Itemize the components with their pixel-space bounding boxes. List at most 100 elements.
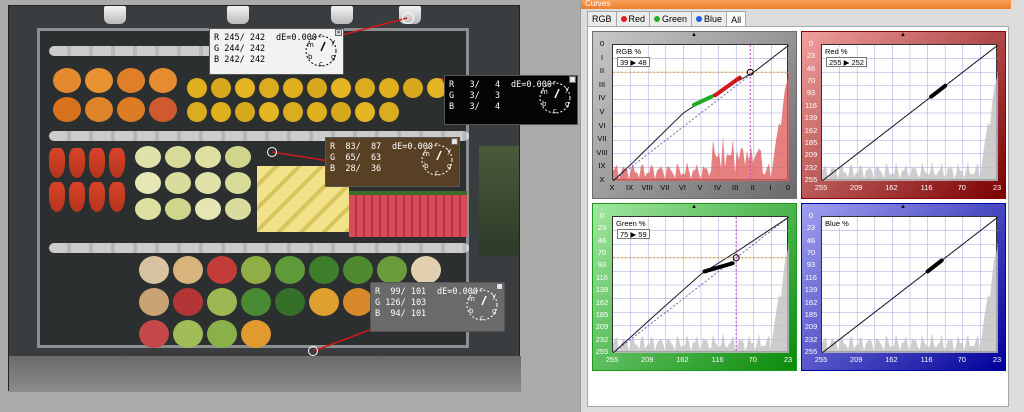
- readout-rgb-values: R 83/ 87 G 65/ 63 B 28/ 36: [330, 142, 382, 174]
- curve-plot[interactable]: Green % 75 ▶ 59: [612, 216, 789, 353]
- image-viewer: R 245/ 242 G 244/ 242 B 242/ 242 dE=0.00…: [0, 0, 580, 412]
- dial-letter: y: [331, 38, 335, 46]
- dial-letter: r: [435, 142, 438, 149]
- tab-label: RGB: [592, 14, 612, 24]
- y-tick-label: 116: [805, 100, 817, 110]
- tab-label: Red: [628, 14, 646, 24]
- y-tick-label: 0: [808, 39, 814, 48]
- y-tick-label: 23: [597, 223, 607, 233]
- dial-letter: b: [308, 53, 313, 61]
- curve-plot[interactable]: RGB % 39 ▶ 48: [612, 44, 789, 181]
- tab-label: Green: [662, 14, 688, 24]
- dial-letter: b: [469, 307, 474, 315]
- tab-red[interactable]: Red: [615, 11, 651, 26]
- dial-letter: y: [447, 147, 451, 155]
- input-value: 255: [829, 58, 842, 67]
- y-tick-label: 139: [595, 285, 609, 295]
- y-tick-label: 185: [804, 309, 818, 319]
- y-tick-label: 46: [806, 235, 816, 245]
- sample-crosshair-icon[interactable]: [402, 12, 414, 24]
- tab-blue[interactable]: Blue: [691, 11, 728, 26]
- x-tick-label: X: [609, 183, 615, 192]
- x-tick-label: IV: [714, 183, 722, 192]
- y-tick-label: 139: [804, 113, 818, 123]
- dial-letter: b: [424, 162, 429, 170]
- y-tick-label: 162: [804, 125, 818, 135]
- y-tick-label: 0: [599, 39, 605, 48]
- x-tick-label: I: [769, 183, 772, 192]
- y-tick-label: 185: [595, 309, 609, 319]
- dial-letter: m: [468, 295, 475, 303]
- x-tick-label: III: [732, 183, 739, 192]
- x-tick-label: 23: [992, 183, 1002, 192]
- arrow-right-icon: ▶: [628, 230, 639, 239]
- rgb-curve-panel[interactable]: ▲ RGB % 39 ▶ 48 0 I II III IV V VI VII VIII IX X X IX VI…: [592, 31, 797, 199]
- hue-dial-icon: mr ygcb: [466, 287, 498, 322]
- y-tick-label: 162: [804, 297, 818, 307]
- input-output-field[interactable]: 255 ▶ 252: [826, 57, 867, 67]
- x-tick-label: 116: [920, 183, 933, 192]
- x-tick-label: 255: [814, 355, 828, 364]
- y-tick-label: 0: [599, 211, 605, 220]
- y-tick-label: 70: [597, 248, 607, 258]
- x-tick-label: 70: [957, 355, 966, 364]
- x-tick-label: 116: [920, 355, 933, 364]
- arrow-right-icon: ▶: [841, 58, 852, 67]
- dial-letter: c: [480, 314, 484, 322]
- x-tick-label: 255: [814, 183, 828, 192]
- y-tick-label: VIII: [596, 147, 608, 157]
- y-tick-label: VII: [597, 134, 607, 144]
- dial-letter: b: [542, 100, 547, 108]
- dial-letter: g: [331, 53, 335, 61]
- output-value: 48: [638, 58, 647, 67]
- tab-rgb[interactable]: RGB: [587, 11, 617, 26]
- dial-letter: g: [447, 162, 451, 170]
- x-tick-label: 116: [711, 355, 724, 364]
- panel-label: Green %: [615, 219, 647, 228]
- dial-letter: m: [307, 41, 314, 49]
- input-output-field[interactable]: 75 ▶ 59: [617, 229, 650, 239]
- y-tick-label: 162: [595, 297, 609, 307]
- y-tick-label: 46: [597, 235, 607, 245]
- tab-all[interactable]: All: [726, 11, 747, 27]
- green-curve-panel[interactable]: ▲ Green % 75 ▶ 59 0 23 46 70 93 116 139 162 185 209 2…: [592, 203, 797, 371]
- x-tick-label: VI: [678, 183, 686, 192]
- hue-dial-icon: mr ygcb: [539, 80, 571, 115]
- x-tick-label: 162: [676, 355, 689, 364]
- color-readout-3[interactable]: R 83/ 87 G 65/ 63 B 28/ 36 dE=0.000 × mr…: [325, 137, 460, 187]
- color-readout-4[interactable]: R 99/ 101 G 126/ 103 B 94/ 101 dE=0.000 …: [370, 282, 505, 332]
- curve-plot[interactable]: Red % 255 ▶ 252: [821, 44, 998, 181]
- dial-letter: c: [319, 60, 323, 68]
- channel-color-icon: [696, 16, 703, 22]
- curves-window: Curves RGB Red Green Blue All ▲ RGB % 39 ▶ 48 0…: [580, 0, 1024, 412]
- y-tick-label: IV: [598, 93, 606, 103]
- y-tick-label: 23: [806, 223, 816, 233]
- y-tick-label: II: [599, 66, 605, 76]
- tab-green[interactable]: Green: [649, 11, 693, 26]
- panel-label: RGB %: [615, 47, 643, 56]
- dial-letter: c: [553, 107, 557, 115]
- dial-letter: r: [553, 80, 556, 87]
- blue-curve-panel[interactable]: ▲ Blue % 0 23 46 70 93 116 139 162 185 209 232 255 255…: [801, 203, 1006, 371]
- y-tick-label: I: [600, 52, 604, 62]
- readout-rgb-values: R 99/ 101 G 126/ 103 B 94/ 101: [375, 287, 427, 319]
- x-tick-label: 209: [849, 355, 863, 364]
- y-tick-label: 139: [804, 285, 818, 295]
- y-tick-label: 93: [806, 260, 816, 270]
- channel-color-icon: [654, 16, 661, 22]
- window-title: Curves: [581, 0, 1011, 9]
- curves-tab-content: ▲ RGB % 39 ▶ 48 0 I II III IV V VI VII VIII IX X X IX VI…: [587, 26, 1009, 407]
- red-curve-panel[interactable]: ▲ Red % 255 ▶ 252 0 23 46 70 93 116 139 162 185 209 2…: [801, 31, 1006, 199]
- color-readout-1[interactable]: R 245/ 242 G 244/ 242 B 242/ 242 dE=0.00…: [209, 28, 344, 75]
- y-tick-label: 70: [806, 76, 816, 86]
- channel-color-icon: [620, 16, 627, 22]
- x-tick-label: VIII: [641, 183, 653, 192]
- y-tick-label: 232: [804, 162, 818, 172]
- sample-crosshair-icon[interactable]: [308, 346, 318, 356]
- color-readout-2[interactable]: R 3/ 4 G 3/ 3 B 3/ 4 dE=0.000 × mrygcb: [444, 75, 578, 125]
- sample-crosshair-icon[interactable]: [267, 147, 277, 157]
- x-tick-label: 70: [748, 355, 757, 364]
- hue-dial-icon: mr ygcb: [421, 142, 453, 177]
- input-output-field[interactable]: 39 ▶ 48: [617, 57, 650, 67]
- curve-plot[interactable]: Blue %: [821, 216, 998, 353]
